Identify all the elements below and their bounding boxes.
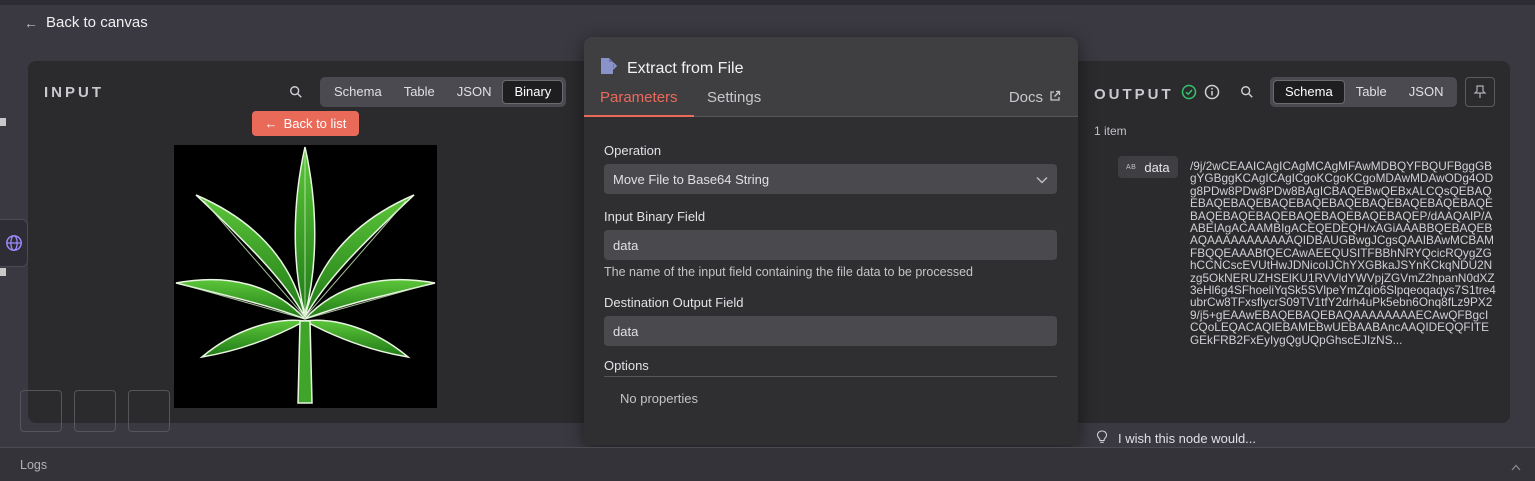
back-to-canvas-label: Back to canvas — [46, 14, 148, 31]
docs-link[interactable]: Docs — [1009, 89, 1061, 106]
cannabis-leaf-image — [175, 146, 436, 404]
arrow-left-icon: ← — [264, 116, 278, 131]
search-icon[interactable] — [1240, 85, 1256, 101]
chevron-down-icon — [1036, 172, 1048, 187]
node-title: Extract from File — [627, 59, 744, 77]
no-properties-text: No properties — [620, 391, 699, 406]
node-tabs: Parameters Settings Docs — [584, 89, 1078, 117]
node-header: Extract from File — [599, 57, 743, 80]
pin-icon[interactable] — [1465, 77, 1495, 107]
output-tab-schema[interactable]: Schema — [1273, 80, 1345, 104]
destination-output-field-label: Destination Output Field — [604, 295, 744, 310]
operation-label: Operation — [604, 143, 662, 158]
options-label: Options — [604, 358, 649, 373]
external-link-icon — [1049, 89, 1061, 106]
feedback-link[interactable]: I wish this node would... — [1096, 430, 1256, 447]
output-view-switcher: Schema Table JSON — [1270, 77, 1458, 107]
binary-image-preview — [174, 145, 437, 408]
edge-marker — [0, 268, 6, 276]
docs-label: Docs — [1008, 89, 1043, 106]
destination-output-field-value: data — [613, 323, 639, 339]
string-type-icon: AB — [1126, 163, 1137, 171]
node-details-panel: Extract from File Parameters Settings Do… — [584, 37, 1078, 445]
canvas-control[interactable] — [20, 390, 62, 432]
tab-settings[interactable]: Settings — [707, 89, 761, 117]
back-to-list-label: Back to list — [283, 116, 347, 131]
canvas-control[interactable] — [128, 390, 170, 432]
item-count: 1 item — [1094, 124, 1127, 138]
info-icon[interactable] — [1204, 84, 1220, 104]
operation-value: Move File to Base64 String — [613, 171, 770, 187]
input-title: INPUT — [44, 84, 104, 101]
globe-icon[interactable] — [0, 219, 28, 267]
operation-select[interactable]: Move File to Base64 String — [604, 164, 1057, 194]
back-to-list-button[interactable]: ← Back to list — [252, 111, 359, 136]
feedback-label: I wish this node would... — [1118, 431, 1257, 446]
lightbulb-icon — [1096, 430, 1108, 447]
canvas-control[interactable] — [74, 390, 116, 432]
input-view-switcher: Schema Table JSON Binary — [320, 77, 567, 107]
chevron-up-icon[interactable] — [1511, 458, 1521, 476]
destination-output-field-input[interactable]: data — [604, 316, 1057, 346]
output-tab-json[interactable]: JSON — [1398, 80, 1455, 104]
logs-bar[interactable]: Logs — [0, 447, 1535, 481]
input-binary-field-label: Input Binary Field — [604, 209, 706, 224]
input-tab-table[interactable]: Table — [393, 80, 446, 104]
extract-file-icon — [599, 57, 618, 80]
field-value: /9j/2wCEAAICAgICAgMCAgMFAwMDBQYFBQUFBggG… — [1190, 159, 1496, 347]
back-to-canvas-button[interactable]: ← Back to canvas — [24, 14, 148, 31]
input-tab-schema[interactable]: Schema — [323, 80, 393, 104]
node-parameters: Operation Move File to Base64 String Inp… — [584, 117, 1078, 445]
output-title: OUTPUT — [1094, 85, 1174, 103]
output-tab-table[interactable]: Table — [1345, 80, 1398, 104]
output-header: OUTPUT — [1094, 84, 1220, 104]
input-binary-field-value: data — [613, 237, 639, 253]
input-tab-json[interactable]: JSON — [446, 80, 503, 104]
input-binary-field-input[interactable]: data — [604, 230, 1057, 260]
top-strip — [0, 0, 1535, 5]
logs-label: Logs — [20, 458, 48, 472]
input-tab-binary[interactable]: Binary — [502, 80, 564, 104]
schema-field-pill: AB data — [1118, 156, 1178, 178]
tab-parameters[interactable]: Parameters — [584, 89, 694, 117]
arrow-left-icon: ← — [24, 14, 38, 31]
search-icon[interactable] — [289, 85, 305, 101]
input-binary-field-hint: The name of the input field containing t… — [604, 265, 973, 279]
field-name: data — [1144, 159, 1170, 175]
edge-marker — [0, 118, 6, 126]
success-check-icon — [1181, 84, 1197, 104]
options-divider — [604, 376, 1057, 377]
